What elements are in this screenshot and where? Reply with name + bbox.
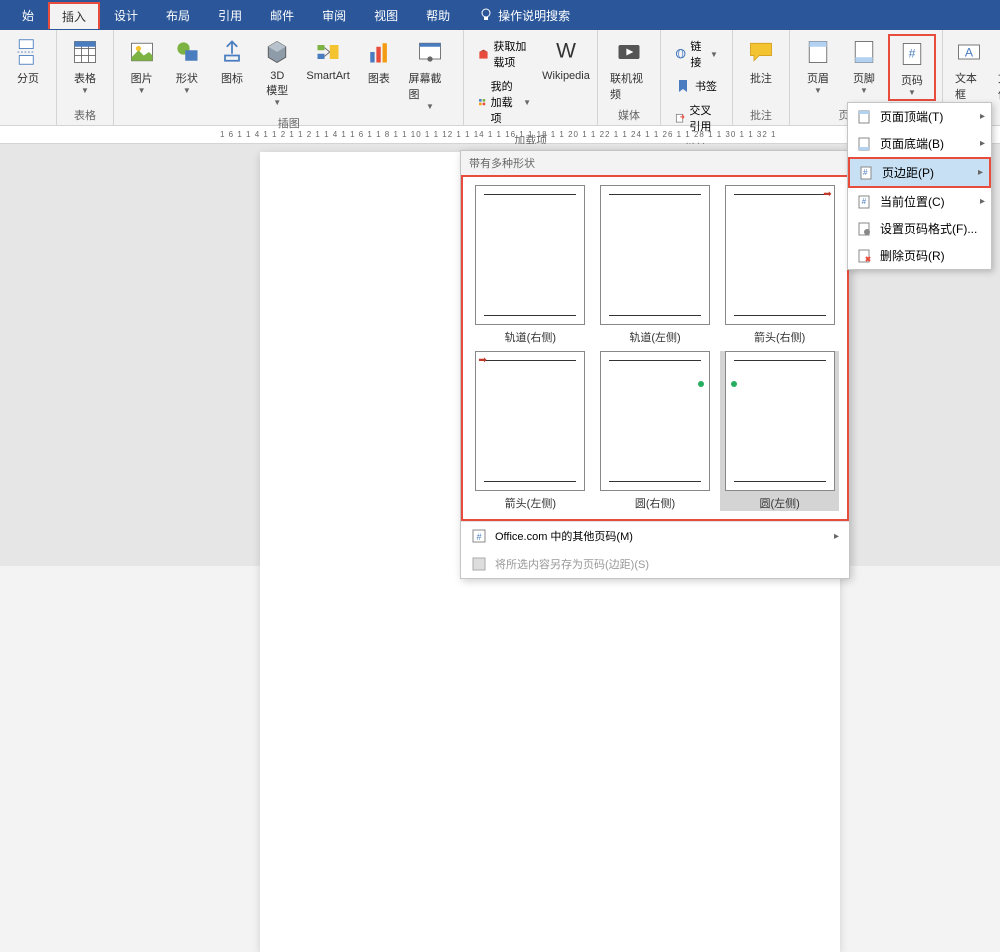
gallery-item-circle-left[interactable]: 圆(左侧) — [720, 351, 839, 511]
page-number-button[interactable]: #页码▼ — [888, 34, 936, 101]
table-icon — [69, 36, 101, 68]
search-box[interactable]: 操作说明搜索 — [464, 1, 584, 30]
tab-mail[interactable]: 邮件 — [256, 1, 308, 30]
gallery-item-track-left[interactable]: 轨道(左侧) — [596, 185, 715, 345]
office-icon: # — [471, 528, 487, 544]
svg-text:#: # — [863, 168, 868, 177]
group-addins: 获取加载项 我的加载项 ▼ WWikipedia 加载项 — [464, 30, 598, 125]
icons-button[interactable]: 图标 — [210, 34, 253, 88]
svg-text:#: # — [476, 532, 481, 542]
quickparts-button[interactable]: 文档部件▼ — [992, 34, 1000, 113]
gallery-item-arrow-right[interactable]: ➡箭头(右侧) — [720, 185, 839, 345]
menu-current-position[interactable]: #当前位置(C)▸ — [848, 188, 991, 215]
page-break-button[interactable]: 分页 — [6, 34, 50, 88]
header-button[interactable]: 页眉▼ — [796, 34, 840, 97]
chart-button[interactable]: 图表 — [357, 34, 400, 88]
svg-text:W: W — [556, 39, 576, 62]
svg-text:#: # — [909, 47, 916, 61]
tab-insert[interactable]: 插入 — [48, 2, 100, 29]
remove-icon — [856, 248, 872, 264]
page-bottom-icon — [856, 136, 872, 152]
svg-text:#: # — [862, 197, 867, 206]
tab-review[interactable]: 审阅 — [308, 1, 360, 30]
menu-page-margin[interactable]: #页边距(P)▸ — [848, 157, 991, 188]
menu-format-page-number[interactable]: 设置页码格式(F)... — [848, 215, 991, 242]
group-tables: 表格▼ 表格 — [57, 30, 114, 125]
model3d-icon — [261, 36, 293, 68]
page-break-icon — [12, 36, 44, 68]
format-icon — [856, 221, 872, 237]
group-links: 链接 ▼ 书签 交叉引用 链接 — [661, 30, 733, 125]
icons-icon — [216, 36, 248, 68]
gallery-save-selection[interactable]: 将所选内容另存为页码(边距)(S) — [461, 550, 849, 578]
my-addins-button[interactable]: 我的加载项 ▼ — [474, 76, 535, 128]
group-comments: 批注 批注 — [733, 30, 790, 125]
comment-button[interactable]: 批注 — [739, 34, 783, 88]
model3d-button[interactable]: 3D 模型▼ — [256, 34, 299, 109]
menu-remove-page-number[interactable]: 删除页码(R) — [848, 242, 991, 269]
gallery-header: 带有多种形状 — [461, 151, 849, 175]
menu-page-top[interactable]: 页面顶端(T)▸ — [848, 103, 991, 130]
online-video-button[interactable]: 联机视频 — [604, 34, 654, 104]
gallery-office-more[interactable]: #Office.com 中的其他页码(M)▸ — [461, 522, 849, 550]
gallery-item-circle-right[interactable]: 圆(右侧) — [596, 351, 715, 511]
video-icon — [613, 36, 645, 68]
screenshot-icon — [414, 36, 446, 68]
gallery-footer: #Office.com 中的其他页码(M)▸ 将所选内容另存为页码(边距)(S) — [461, 521, 849, 578]
group-illustrations: 图片▼ 形状▼ 图标 3D 模型▼ SmartArt 图表 屏幕截图▼ 插图 — [114, 30, 464, 125]
tab-references[interactable]: 引用 — [204, 1, 256, 30]
bulb-icon — [478, 7, 494, 23]
store-icon — [478, 46, 489, 62]
gallery-grid: 轨道(右侧) 轨道(左侧) ➡箭头(右侧) ➡箭头(左侧) 圆(右侧) 圆(左侧… — [461, 175, 849, 521]
current-pos-icon: # — [856, 194, 872, 210]
page-number-menu: 页面顶端(T)▸ 页面底端(B)▸ #页边距(P)▸ #当前位置(C)▸ 设置页… — [847, 102, 992, 270]
page-number-gallery: 带有多种形状 轨道(右侧) 轨道(左侧) ➡箭头(右侧) ➡箭头(左侧) 圆(右… — [460, 150, 850, 579]
addins-icon — [478, 94, 486, 110]
picture-button[interactable]: 图片▼ — [120, 34, 163, 97]
bookmark-icon — [675, 78, 691, 94]
save-icon — [471, 556, 487, 572]
shapes-button[interactable]: 形状▼ — [165, 34, 208, 97]
get-addins-button[interactable]: 获取加载项 — [474, 36, 535, 72]
picture-icon — [126, 36, 158, 68]
link-icon — [675, 46, 686, 62]
textbox-icon: A — [953, 36, 985, 68]
tab-layout[interactable]: 布局 — [152, 1, 204, 30]
group-media: 联机视频 媒体 — [598, 30, 661, 125]
gallery-item-track-right[interactable]: 轨道(右侧) — [471, 185, 590, 345]
menu-page-bottom[interactable]: 页面底端(B)▸ — [848, 130, 991, 157]
comment-icon — [745, 36, 777, 68]
chart-icon — [363, 36, 395, 68]
tab-bar: 始 插入 设计 布局 引用 邮件 审阅 视图 帮助 操作说明搜索 — [0, 0, 1000, 30]
wikipedia-icon: W — [550, 36, 582, 68]
smartart-button[interactable]: SmartArt — [301, 34, 355, 84]
gallery-item-arrow-left[interactable]: ➡箭头(左侧) — [471, 351, 590, 511]
page-top-icon — [856, 109, 872, 125]
crossref-icon — [675, 110, 685, 126]
shapes-icon — [171, 36, 203, 68]
tab-design[interactable]: 设计 — [100, 1, 152, 30]
header-icon — [802, 36, 834, 68]
tab-help[interactable]: 帮助 — [412, 1, 464, 30]
screenshot-button[interactable]: 屏幕截图▼ — [402, 34, 457, 113]
table-button[interactable]: 表格▼ — [63, 34, 107, 97]
svg-text:A: A — [965, 45, 974, 59]
page-margin-icon: # — [858, 165, 874, 181]
page-number-icon: # — [896, 38, 928, 70]
wikipedia-button[interactable]: WWikipedia — [541, 34, 591, 84]
tab-view[interactable]: 视图 — [360, 1, 412, 30]
link-button[interactable]: 链接 ▼ — [671, 36, 722, 72]
group-pages: 分页 — [0, 30, 57, 125]
footer-button[interactable]: 页脚▼ — [842, 34, 886, 97]
bookmark-button[interactable]: 书签 — [671, 76, 722, 96]
tab-start[interactable]: 始 — [8, 1, 48, 30]
smartart-icon — [312, 36, 344, 68]
footer-icon — [848, 36, 880, 68]
